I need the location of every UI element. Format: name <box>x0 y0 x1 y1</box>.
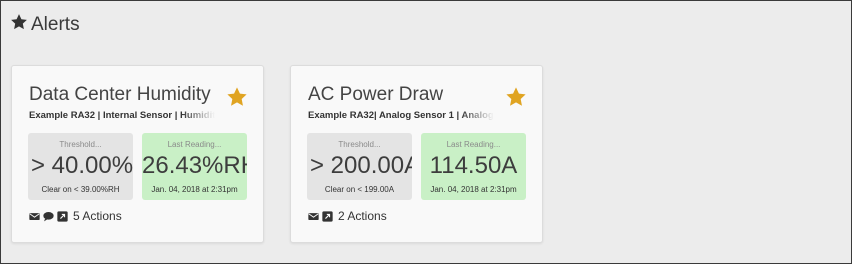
threshold-label: Threshold... <box>59 140 102 149</box>
card-subtitle: Example RA32 | Internal Sensor | Humidit… <box>29 110 215 121</box>
favorite-star-icon[interactable] <box>505 86 527 108</box>
actions-summary[interactable]: 2 Actions <box>308 209 387 223</box>
last-reading-box: Last Reading... 114.50A Jan. 04, 2018 at… <box>421 133 526 200</box>
card-subtitle: Example RA32| Analog Sensor 1 | Analog <box>308 110 494 121</box>
alerts-header: Alerts <box>10 13 80 37</box>
alert-card-humidity[interactable]: Data Center Humidity Example RA32 | Inte… <box>11 65 264 243</box>
envelope-icon <box>29 211 40 222</box>
last-reading-time: Jan. 04, 2018 at 2:31pm <box>430 185 517 194</box>
external-link-icon <box>322 210 333 222</box>
card-title[interactable]: AC Power Draw <box>308 84 498 106</box>
page-title: Alerts <box>31 14 80 35</box>
threshold-box: Threshold... > 40.00%RH Clear on < 39.00… <box>28 133 133 200</box>
threshold-box: Threshold... > 200.00A Clear on < 199.00… <box>307 133 412 200</box>
envelope-icon <box>308 211 319 222</box>
external-link-icon <box>57 210 68 222</box>
last-reading-value: 26.43%RH <box>142 152 247 179</box>
last-reading-time: Jan. 04, 2018 at 2:31pm <box>151 185 238 194</box>
threshold-value: > 40.00%RH <box>31 152 133 179</box>
last-reading-label: Last Reading... <box>446 140 501 149</box>
actions-count[interactable]: 2 Actions <box>338 209 387 223</box>
star-icon <box>10 13 28 37</box>
last-reading-box: Last Reading... 26.43%RH Jan. 04, 2018 a… <box>142 133 247 200</box>
card-title[interactable]: Data Center Humidity <box>29 84 219 106</box>
clear-condition: Clear on < 39.00%RH <box>41 185 120 194</box>
clear-condition: Clear on < 199.00A <box>324 185 395 194</box>
threshold-label: Threshold... <box>338 140 381 149</box>
last-reading-value: 114.50A <box>429 152 518 179</box>
alert-card-ac-power[interactable]: AC Power Draw Example RA32| Analog Senso… <box>290 65 543 243</box>
chat-bubble-icon <box>43 211 54 222</box>
favorite-star-icon[interactable] <box>226 86 248 108</box>
last-reading-label: Last Reading... <box>167 140 222 149</box>
actions-summary[interactable]: 5 Actions <box>29 209 122 223</box>
actions-count[interactable]: 5 Actions <box>73 209 122 223</box>
threshold-value: > 200.00A <box>310 152 412 179</box>
